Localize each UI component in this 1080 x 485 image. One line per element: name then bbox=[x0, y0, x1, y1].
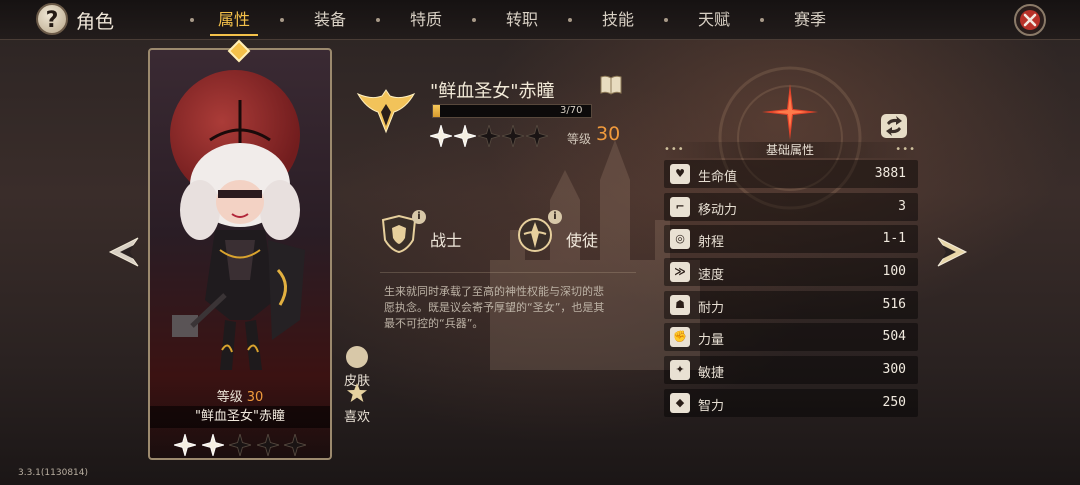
swap-attributes-icon[interactable] bbox=[880, 113, 908, 139]
attribute-label: 速度 bbox=[698, 268, 725, 284]
attribute-label: 智力 bbox=[698, 398, 725, 414]
attributes-header-label: 基础属性 bbox=[765, 143, 814, 157]
experience-text: 3/70 bbox=[560, 105, 583, 116]
attribute-row-agility: ✦ 敏捷 300 bbox=[664, 356, 918, 385]
attribute-value: 100 bbox=[882, 264, 906, 280]
star-empty-icon bbox=[526, 125, 548, 147]
attributes-header: ••• 基础属性 ••• bbox=[662, 142, 918, 158]
attribute-row-movement: ⌐ 移动力 3 bbox=[664, 192, 918, 221]
attributes-list: ♥ 生命值 3881 ⌐ 移动力 3 ◎ 射程 1-1 ≫ 速度 100 ☗ 耐… bbox=[664, 160, 918, 422]
attribute-label: 力量 bbox=[698, 333, 725, 349]
attribute-value: 516 bbox=[882, 296, 906, 312]
attribute-row-speed: ≫ 速度 100 bbox=[664, 258, 918, 287]
attribute-value: 1-1 bbox=[882, 231, 906, 247]
header-decoration: ••• bbox=[895, 144, 916, 155]
tab-equipment[interactable]: 装备 bbox=[282, 0, 378, 40]
role-warrior-label: 战士 bbox=[430, 231, 463, 250]
divider bbox=[380, 272, 636, 273]
role-warrior-info-icon[interactable]: i bbox=[412, 210, 426, 224]
tab-talents[interactable]: 天赋 bbox=[666, 0, 762, 40]
attribute-value: 3881 bbox=[874, 166, 906, 181]
attribute-row-range: ◎ 射程 1-1 bbox=[664, 225, 918, 254]
attribute-value: 504 bbox=[882, 329, 906, 345]
target-icon: ◎ bbox=[670, 229, 690, 250]
arm-icon: ✊ bbox=[670, 327, 690, 348]
close-icon bbox=[1020, 10, 1040, 30]
attribute-value: 250 bbox=[882, 394, 906, 410]
star-filled-icon bbox=[201, 434, 224, 456]
attribute-label: 生命值 bbox=[698, 170, 738, 185]
book-icon[interactable] bbox=[599, 74, 623, 96]
intellect-icon: ◆ bbox=[670, 392, 690, 413]
star-empty-icon bbox=[502, 125, 524, 147]
attribute-label: 敏捷 bbox=[698, 366, 725, 382]
next-character-arrow-icon[interactable] bbox=[930, 232, 970, 272]
top-bar: ? 角色 属性 装备 特质 转职 技能 天赋 赛季 bbox=[0, 0, 1080, 40]
tab-season[interactable]: 赛季 bbox=[762, 0, 858, 40]
star-empty-icon bbox=[478, 125, 500, 147]
attribute-value: 3 bbox=[898, 198, 906, 214]
tab-separator-dot bbox=[376, 18, 380, 22]
tab-traits[interactable]: 特质 bbox=[378, 0, 474, 40]
help-button[interactable]: ? bbox=[36, 3, 68, 35]
tab-separator-dot bbox=[280, 18, 284, 22]
tab-bar: 属性 装备 特质 转职 技能 天赋 赛季 bbox=[186, 0, 858, 40]
attribute-label: 移动力 bbox=[698, 202, 738, 218]
like-label: 喜欢 bbox=[343, 410, 370, 425]
character-portrait-card[interactable]: 等级 30 "鲜血圣女"赤瞳 bbox=[148, 48, 332, 460]
card-star-rating bbox=[174, 434, 306, 456]
tab-attributes[interactable]: 属性 bbox=[186, 0, 282, 40]
star-filled-icon bbox=[174, 434, 196, 456]
attribute-label: 耐力 bbox=[698, 300, 725, 316]
experience-bar-fill bbox=[433, 105, 440, 117]
previous-character-arrow-icon[interactable] bbox=[106, 232, 146, 272]
attribute-row-hp: ♥ 生命值 3881 bbox=[664, 160, 918, 188]
tab-separator-dot bbox=[472, 18, 476, 22]
role-apostle-info-icon[interactable]: i bbox=[548, 210, 562, 224]
stamina-icon: ☗ bbox=[670, 294, 690, 315]
skin-icon bbox=[346, 346, 368, 368]
character-description: 生来就同时承载了至高的神性权能与深切的悲愿执念。既是议会寄予厚望的“圣女”，也是… bbox=[384, 285, 605, 330]
attribute-row-strength: ✊ 力量 504 bbox=[664, 323, 918, 352]
boot-icon: ⌐ bbox=[670, 196, 690, 217]
attribute-label: 射程 bbox=[698, 235, 725, 251]
star-filled-icon bbox=[430, 125, 452, 147]
tab-class-change[interactable]: 转职 bbox=[474, 0, 570, 40]
tab-separator-dot bbox=[760, 18, 764, 22]
star-like-icon bbox=[347, 383, 367, 402]
class-wings-emblem-icon bbox=[356, 89, 416, 134]
star-filled-icon bbox=[454, 125, 476, 147]
wing-icon: ≫ bbox=[670, 262, 690, 283]
star-empty-icon bbox=[229, 434, 251, 456]
tab-separator-dot bbox=[190, 18, 194, 22]
card-level-label: 等级 bbox=[216, 390, 243, 405]
character-portrait bbox=[172, 100, 305, 370]
like-button[interactable]: 喜欢 bbox=[342, 382, 372, 425]
level-label: 等级 bbox=[567, 132, 592, 146]
tab-skills[interactable]: 技能 bbox=[570, 0, 666, 40]
role-apostle-label: 使徒 bbox=[566, 231, 599, 250]
version-label: 3.3.1(1130814) bbox=[18, 468, 89, 478]
card-level: 等级 30 bbox=[150, 386, 330, 405]
attribute-row-intellect: ◆ 智力 250 bbox=[664, 388, 918, 417]
heart-icon: ♥ bbox=[670, 164, 690, 184]
star-empty-icon bbox=[284, 434, 306, 456]
attribute-row-stamina: ☗ 耐力 516 bbox=[664, 290, 918, 319]
close-button[interactable] bbox=[1014, 4, 1046, 36]
star-empty-icon bbox=[256, 434, 279, 456]
header-decoration: ••• bbox=[664, 144, 685, 155]
attribute-value: 300 bbox=[882, 362, 906, 378]
tab-separator-dot bbox=[664, 18, 668, 22]
level-value: 30 bbox=[596, 123, 621, 145]
character-name: "鲜血圣女"赤瞳 bbox=[430, 81, 555, 102]
card-level-value: 30 bbox=[246, 390, 264, 405]
page-title: 角色 bbox=[76, 11, 115, 33]
compass-star-icon bbox=[762, 84, 818, 140]
rank-star-rating bbox=[430, 125, 548, 147]
tab-separator-dot bbox=[568, 18, 572, 22]
card-character-name: "鲜血圣女"赤瞳 bbox=[150, 406, 330, 428]
agility-icon: ✦ bbox=[670, 360, 690, 381]
